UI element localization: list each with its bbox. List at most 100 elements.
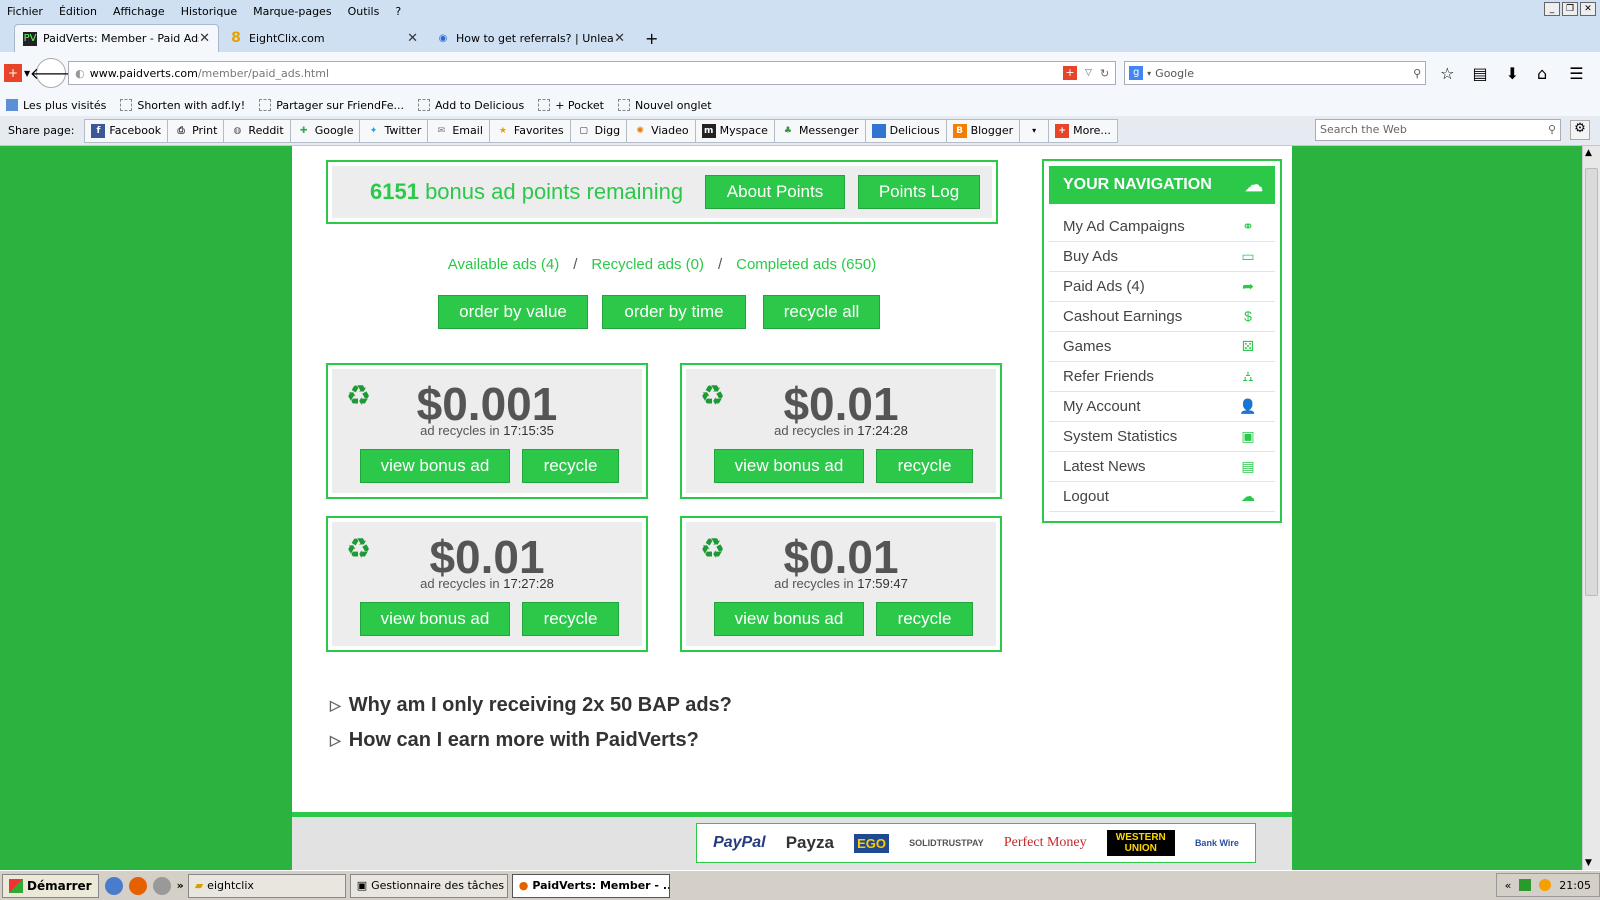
share-favorites[interactable]: ★ Favorites (488, 118, 571, 143)
nav-system-statistics[interactable]: System Statistics ▣ (1049, 422, 1275, 452)
share-dropdown[interactable]: ▾ (1019, 118, 1050, 143)
addon-plus-icon[interactable]: + (4, 64, 22, 82)
start-button[interactable]: Démarrer (2, 873, 99, 898)
share-twitter[interactable]: ✦ Twitter (359, 118, 429, 143)
share-myspace[interactable]: m Myspace (694, 118, 775, 143)
scrollbar-thumb[interactable] (1585, 168, 1598, 596)
recycle-button[interactable]: recycle (876, 602, 973, 636)
new-tab-button[interactable]: + (635, 29, 668, 52)
tab-paidverts[interactable]: PV PaidVerts: Member - Paid Ads ✕ (14, 24, 219, 52)
recycle-button[interactable]: recycle (522, 602, 619, 636)
view-bonus-ad-button[interactable]: view bonus ad (360, 449, 510, 483)
chevron-down-icon[interactable]: ▽ (1085, 68, 1092, 78)
recycle-all-button[interactable]: recycle all (763, 295, 880, 329)
share-print[interactable]: ⎙ Print (167, 118, 225, 143)
order-by-time-button[interactable]: order by time (602, 295, 746, 329)
nav-latest-news[interactable]: Latest News ▤ (1049, 452, 1275, 482)
home-icon[interactable]: ⌂ (1537, 64, 1547, 83)
close-tab-icon[interactable]: ✕ (407, 31, 418, 46)
quicklaunch-icon[interactable] (152, 876, 171, 895)
star-icon[interactable]: ☆ (1440, 64, 1454, 83)
bookmark-adfly[interactable]: Shorten with adf.ly! (120, 99, 245, 112)
share-digg[interactable]: ▢ Digg (569, 118, 628, 143)
menu-tools[interactable]: Outils (340, 5, 388, 18)
task-eightclix[interactable]: ▰ eightclix (187, 873, 346, 898)
recycled-ads-link[interactable]: Recycled ads (0) (591, 256, 704, 273)
share-google[interactable]: ✚ Google (289, 118, 361, 143)
ie-icon[interactable] (104, 876, 123, 895)
nav-my-ad-campaigns[interactable]: My Ad Campaigns ⚭ (1049, 212, 1275, 242)
search-icon[interactable]: ⚲ (1548, 123, 1556, 136)
back-button[interactable]: 🡐 (30, 58, 73, 88)
gear-icon[interactable]: ⚙ (1570, 120, 1590, 140)
share-viadeo[interactable]: ✺ Viadeo (626, 118, 696, 143)
menu-view[interactable]: Affichage (105, 5, 173, 18)
share-messenger[interactable]: ♣ Messenger (773, 118, 866, 143)
scroll-up-icon[interactable]: ▲ (1585, 148, 1592, 158)
share-email[interactable]: ✉ Email (427, 118, 490, 143)
nav-buy-ads[interactable]: Buy Ads ▭ (1049, 242, 1275, 272)
chevron-down-icon[interactable]: ▾ (1147, 69, 1151, 78)
firefox-icon[interactable] (128, 876, 147, 895)
nav-games[interactable]: Games ⚄ (1049, 332, 1275, 362)
search-bar[interactable]: g ▾ Google ⚲ (1124, 61, 1427, 85)
menu-history[interactable]: Historique (173, 5, 245, 18)
url-bar[interactable]: ◐ www.paidverts.com /member/paid_ads.htm… (68, 61, 1117, 85)
view-bonus-ad-button[interactable]: view bonus ad (714, 602, 864, 636)
share-blogger[interactable]: B Blogger (945, 118, 1021, 143)
view-bonus-ad-button[interactable]: view bonus ad (360, 602, 510, 636)
google-icon[interactable]: g (1129, 66, 1144, 80)
share-reddit[interactable]: ◍ Reddit (223, 118, 291, 143)
faq-item[interactable]: ▷ How can I earn more with PaidVerts? (330, 729, 699, 752)
share-delicious[interactable]: Delicious (864, 118, 947, 143)
minimize-icon[interactable]: _ (1544, 2, 1560, 16)
nav-paid-ads[interactable]: Paid Ads (4) ➦ (1049, 272, 1275, 302)
nav-cashout-earnings[interactable]: Cashout Earnings $ (1049, 302, 1275, 332)
bookmark-new-tab[interactable]: Nouvel onglet (618, 99, 712, 112)
web-search-input[interactable]: Search the Web ⚲ (1315, 119, 1561, 141)
bookmark-friendfeed[interactable]: Partager sur FriendFe... (259, 99, 404, 112)
bookmark-pocket[interactable]: + Pocket (538, 99, 604, 112)
task-manager[interactable]: ▣ Gestionnaire des tâches ... (349, 873, 508, 898)
chevron-left-icon[interactable]: « (1505, 879, 1512, 892)
order-by-value-button[interactable]: order by value (438, 295, 588, 329)
menu-bookmarks[interactable]: Marque-pages (245, 5, 339, 18)
chevron-right-icon[interactable]: » (177, 879, 184, 892)
menu-file[interactable]: Fichier (0, 5, 51, 18)
recycle-button[interactable]: recycle (876, 449, 973, 483)
page-scrollbar[interactable]: ▲ ▼ (1582, 146, 1600, 870)
view-bonus-ad-button[interactable]: view bonus ad (714, 449, 864, 483)
download-icon[interactable]: ⬇ (1506, 64, 1519, 83)
nav-logout[interactable]: Logout ☁ (1049, 482, 1275, 512)
tab-eightclix[interactable]: 8 EightClix.com ✕ (221, 24, 426, 52)
completed-ads-link[interactable]: Completed ads (650) (736, 256, 876, 273)
reload-icon[interactable]: ↻ (1100, 67, 1109, 80)
share-facebook[interactable]: f Facebook (84, 118, 169, 143)
tab-referrals[interactable]: ◉ How to get referrals? | Unlea... ✕ (428, 24, 633, 52)
close-window-icon[interactable]: ✕ (1580, 2, 1596, 16)
close-tab-icon[interactable]: ✕ (199, 31, 210, 46)
menu-icon[interactable]: ☰ (1569, 64, 1583, 83)
scroll-down-icon[interactable]: ▼ (1585, 858, 1592, 868)
search-input[interactable]: Google (1155, 67, 1413, 80)
task-paidverts[interactable]: ● PaidVerts: Member - ... (511, 873, 670, 898)
nav-refer-friends[interactable]: Refer Friends ⛼ (1049, 362, 1275, 392)
recycle-button[interactable]: recycle (522, 449, 619, 483)
about-points-button[interactable]: About Points (705, 175, 845, 209)
menu-help[interactable]: ? (387, 5, 409, 18)
menu-edit[interactable]: Édition (51, 5, 105, 18)
nav-my-account[interactable]: My Account 👤 (1049, 392, 1275, 422)
points-log-button[interactable]: Points Log (858, 175, 980, 209)
tray-clock-app-icon[interactable] (1539, 879, 1552, 891)
tray-app-icon[interactable] (1519, 879, 1532, 891)
close-tab-icon[interactable]: ✕ (614, 31, 625, 46)
faq-item[interactable]: ▷ Why am I only receiving 2x 50 BAP ads? (330, 694, 732, 717)
bookmark-delicious[interactable]: Add to Delicious (417, 99, 524, 112)
reading-list-icon[interactable]: ▤ (1473, 64, 1488, 83)
share-more[interactable]: + More... (1048, 118, 1118, 143)
site-identity-icon[interactable]: ◐ (75, 67, 85, 80)
restore-icon[interactable]: ❐ (1562, 2, 1578, 16)
bookmark-most-visited[interactable]: Les plus visités (6, 99, 106, 112)
search-icon[interactable]: ⚲ (1413, 67, 1421, 80)
available-ads-link[interactable]: Available ads (4) (448, 256, 559, 273)
